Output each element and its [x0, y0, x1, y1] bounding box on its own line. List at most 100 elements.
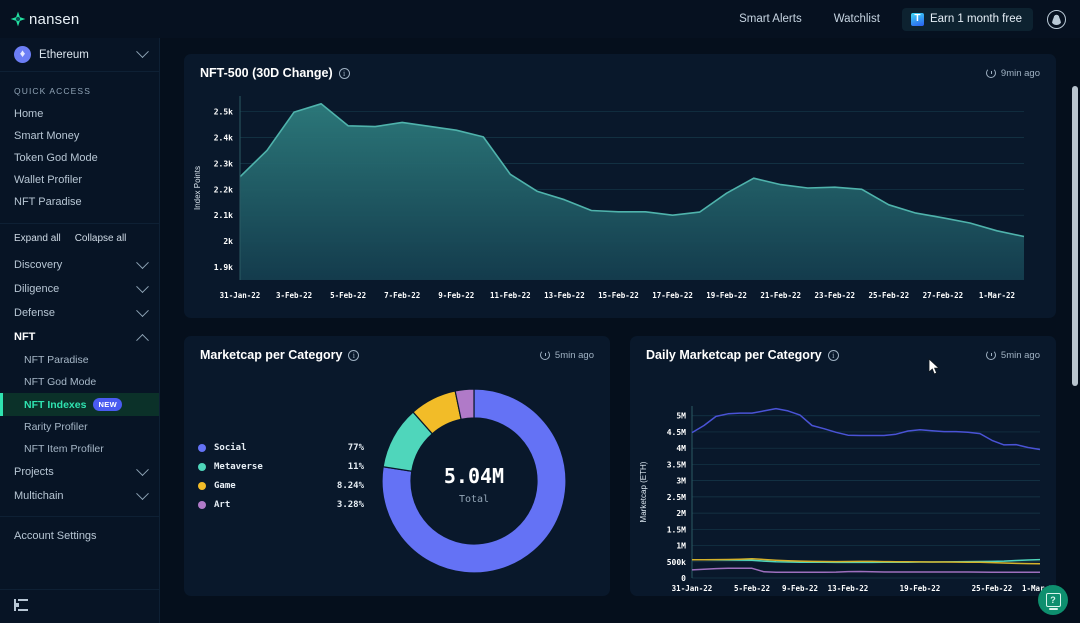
svg-text:21-Feb-22: 21-Feb-22	[760, 291, 801, 300]
top-bar: nansen Smart Alerts Watchlist T Earn 1 m…	[0, 0, 1080, 38]
collapse-sidebar-icon[interactable]	[14, 599, 28, 611]
info-icon[interactable]: i	[348, 349, 360, 361]
svg-text:13-Feb-22: 13-Feb-22	[544, 291, 585, 300]
svg-text:1-Mar-22: 1-Mar-22	[979, 291, 1015, 300]
sidebar-group-label: Diligence	[14, 283, 60, 295]
last-updated-text: 5min ago	[554, 349, 594, 361]
svg-text:500k: 500k	[667, 558, 686, 567]
donut-legend: Social 77% Metaverse 11% Game 8.24% Art 3.28%	[184, 443, 364, 519]
svg-text:5-Feb-22: 5-Feb-22	[330, 291, 366, 300]
svg-text:13-Feb-22: 13-Feb-22	[828, 584, 869, 593]
sidebar-group-discovery[interactable]: Discovery	[0, 253, 159, 277]
chain-selector[interactable]: ♦ Ethereum	[0, 38, 159, 72]
smart-alerts-link[interactable]: Smart Alerts	[723, 13, 818, 25]
sidebar-group-label: NFT	[14, 331, 36, 343]
svg-text:17-Feb-22: 17-Feb-22	[652, 291, 693, 300]
svg-text:Index Points: Index Points	[193, 166, 202, 210]
sidebar-group-diligence[interactable]: Diligence	[0, 277, 159, 301]
account-avatar-icon[interactable]	[1047, 9, 1066, 29]
svg-text:5.04M: 5.04M	[444, 464, 504, 488]
svg-text:2.5M: 2.5M	[667, 493, 686, 502]
legend-label: Art	[214, 500, 231, 510]
collapse-sidebar-bar	[0, 589, 159, 623]
svg-text:3M: 3M	[676, 477, 686, 486]
legend-value: 11%	[347, 462, 364, 472]
chevron-down-icon	[136, 255, 149, 269]
svg-text:4.5M: 4.5M	[667, 428, 686, 437]
sidebar-item-rarity-profiler[interactable]: Rarity Profiler	[0, 416, 159, 438]
chevron-down-icon	[136, 45, 149, 59]
sidebar-item-nft-paradise[interactable]: NFT Paradise	[0, 191, 159, 213]
card-title: Daily Marketcap per Category	[646, 348, 822, 362]
donut-chart[interactable]: 5.04M Total	[364, 371, 584, 591]
earn-free-month-label: Earn 1 month free	[929, 13, 1022, 25]
legend-label: Game	[214, 481, 236, 491]
legend-item[interactable]: Metaverse 11%	[198, 462, 364, 472]
sidebar-group-multichain[interactable]: Multichain	[0, 484, 159, 508]
last-updated-text: 9min ago	[1000, 67, 1040, 79]
card-daily-marketcap: Daily Marketcap per Category i 5min ago …	[630, 336, 1056, 596]
svg-text:2.3k: 2.3k	[214, 159, 233, 168]
expand-all-link[interactable]: Expand all	[14, 233, 61, 244]
svg-text:5M: 5M	[676, 412, 686, 421]
svg-text:1M: 1M	[676, 542, 686, 551]
sidebar-item-nft-god-mode[interactable]: NFT God Mode	[0, 371, 159, 393]
svg-text:Marketcap (ETH): Marketcap (ETH)	[639, 461, 648, 522]
legend-value: 3.28%	[336, 500, 364, 510]
watchlist-link[interactable]: Watchlist	[818, 13, 896, 25]
sidebar-item-nft-item-profiler[interactable]: NFT Item Profiler	[0, 438, 159, 460]
vertical-scrollbar[interactable]	[1072, 86, 1078, 386]
svg-text:9-Feb-22: 9-Feb-22	[438, 291, 474, 300]
nansen-app: nansen Smart Alerts Watchlist T Earn 1 m…	[0, 0, 1080, 623]
svg-text:4M: 4M	[676, 444, 686, 453]
legend-item[interactable]: Game 8.24%	[198, 481, 364, 491]
main-content: NFT-500 (30D Change) i 9min ago 1.9k 2k 2.…	[160, 38, 1080, 623]
new-badge: NEW	[93, 398, 123, 411]
legend-color-dot	[198, 444, 206, 452]
sidebar-item-account-settings[interactable]: Account Settings	[0, 525, 159, 547]
info-icon[interactable]: i	[338, 67, 350, 79]
svg-text:31-Jan-22: 31-Jan-22	[672, 584, 713, 593]
svg-text:0: 0	[681, 574, 686, 583]
legend-color-dot	[198, 463, 206, 471]
brand-logo[interactable]: nansen	[10, 11, 79, 28]
legend-item[interactable]: Social 77%	[198, 443, 364, 453]
page-title: NFT-500 (30D Change)	[200, 66, 333, 80]
expand-collapse-row: Expand all Collapse all	[0, 224, 159, 253]
sidebar-group-label: Multichain	[14, 490, 64, 502]
sidebar-item-wallet-profiler[interactable]: Wallet Profiler	[0, 169, 159, 191]
info-icon[interactable]: i	[827, 349, 839, 361]
sidebar-item-home[interactable]: Home	[0, 103, 159, 125]
card-marketcap-per-category: Marketcap per Category i 5min ago Social…	[184, 336, 610, 596]
last-updated-stamp: 5min ago	[985, 350, 1040, 361]
daily-marketcap-chart[interactable]: 0 500k 1M 1.5M 2M 2.5M 3M 3.5M 4M 4.5M 5M Marketcap…	[630, 362, 1056, 594]
ethereum-icon: ♦	[14, 46, 31, 63]
sidebar-item-token-god-mode[interactable]: Token God Mode	[0, 147, 159, 169]
sidebar: ♦ Ethereum QUICK ACCESS Home Smart Money…	[0, 38, 160, 623]
sidebar-group-defense[interactable]: Defense	[0, 301, 159, 325]
sidebar-group-projects[interactable]: Projects	[0, 460, 159, 484]
card-header: NFT-500 (30D Change) i 9min ago	[184, 54, 1056, 80]
svg-text:19-Feb-22: 19-Feb-22	[900, 584, 941, 593]
earn-free-month-button[interactable]: T Earn 1 month free	[901, 7, 1033, 31]
collapse-all-link[interactable]: Collapse all	[75, 233, 127, 244]
sidebar-group-nft[interactable]: NFT	[0, 325, 159, 349]
legend-value: 8.24%	[336, 481, 364, 491]
svg-text:11-Feb-22: 11-Feb-22	[490, 291, 531, 300]
help-button[interactable]: ?	[1038, 585, 1068, 615]
svg-text:27-Feb-22: 27-Feb-22	[923, 291, 964, 300]
sidebar-item-nft-paradise-sub[interactable]: NFT Paradise	[0, 349, 159, 371]
chevron-down-icon	[136, 486, 149, 500]
cards-row: Marketcap per Category i 5min ago Social…	[184, 336, 1056, 596]
sidebar-item-nft-indexes[interactable]: NFT Indexes NEW	[0, 393, 159, 416]
legend-item[interactable]: Art 3.28%	[198, 500, 364, 510]
svg-text:7-Feb-22: 7-Feb-22	[384, 291, 420, 300]
nft500-chart[interactable]: 1.9k 2k 2.1k 2.2k 2.3k 2.4k 2.5k Index Points 31…	[184, 80, 1056, 308]
chevron-up-icon	[136, 333, 149, 347]
svg-text:31-Jan-22: 31-Jan-22	[220, 291, 261, 300]
help-screen-icon: ?	[1045, 593, 1061, 610]
svg-text:Total: Total	[459, 494, 489, 505]
svg-text:9-Feb-22: 9-Feb-22	[782, 584, 818, 593]
svg-text:1.9k: 1.9k	[214, 263, 233, 272]
sidebar-item-smart-money[interactable]: Smart Money	[0, 125, 159, 147]
